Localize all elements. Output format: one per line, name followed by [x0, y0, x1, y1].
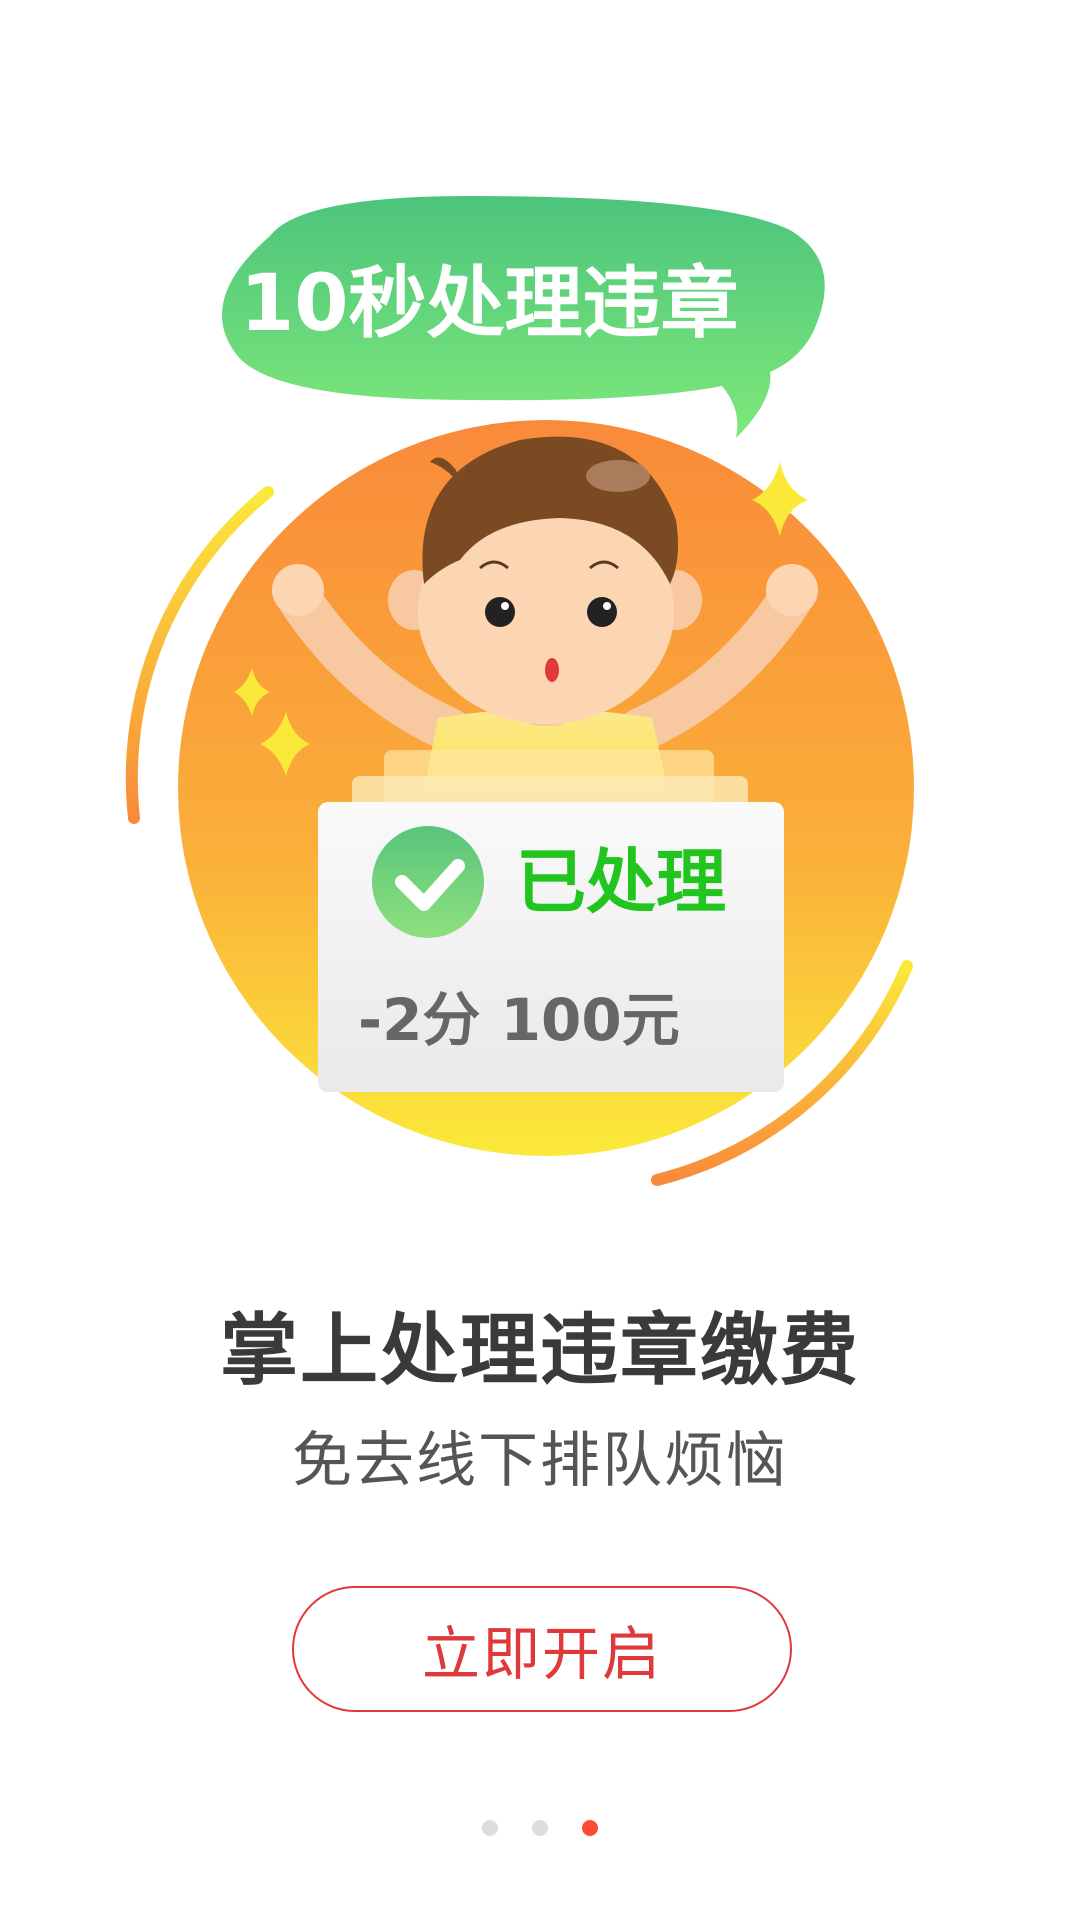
hero-illustration: 已处理 -2分 100元 10秒处理违章 — [0, 0, 1080, 1250]
page-dot[interactable] — [482, 1820, 498, 1836]
check-icon — [372, 826, 484, 938]
headline: 掌上处理违章缴费 — [219, 1306, 860, 1396]
page-dot[interactable] — [532, 1820, 548, 1836]
page-indicator — [0, 1820, 1080, 1840]
card-status-text: 已处理 — [516, 841, 726, 923]
start-button[interactable]: 立即开启 — [292, 1586, 792, 1712]
page-dot-active[interactable] — [582, 1820, 598, 1836]
speech-bubble-text: 10秒处理违章 — [240, 259, 739, 349]
card-detail-text: -2分 100元 — [358, 986, 680, 1054]
onboarding-page: 已处理 -2分 100元 10秒处理违章 掌上处理违章缴费 免去线下排队烦恼 立… — [0, 0, 1080, 1920]
subline: 免去线下排队烦恼 — [292, 1426, 788, 1496]
